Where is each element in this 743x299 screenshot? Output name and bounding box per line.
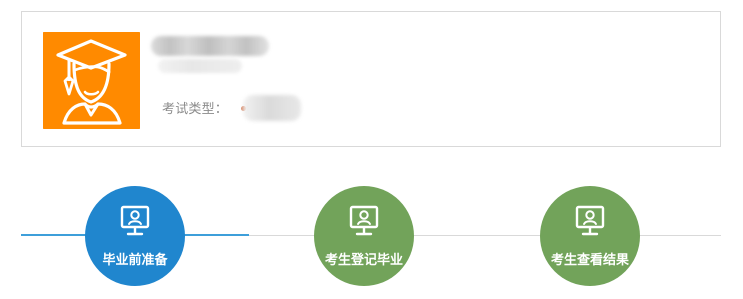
step-student-graduation-registration[interactable]: 考生登记毕业: [314, 186, 414, 286]
page: 考试类型： 毕业前准备 考生登记毕业 考生查看结果: [0, 0, 743, 299]
graduate-user-icon: [43, 32, 140, 129]
step-view-results[interactable]: 考生查看结果: [540, 186, 640, 286]
exam-type-label: 考试类型：: [162, 102, 229, 117]
step-graduation-preparation[interactable]: 毕业前准备: [85, 186, 185, 286]
profile-card: 考试类型：: [21, 11, 721, 147]
redacted-name: [151, 36, 269, 56]
step-label: 考生查看结果: [550, 253, 629, 268]
redacted-exam-type-value: [243, 95, 301, 121]
step-label: 考生登记毕业: [324, 253, 403, 268]
redacted-subtitle: [158, 59, 242, 73]
step-label: 毕业前准备: [102, 253, 168, 268]
monitor-user-icon: [570, 204, 610, 240]
monitor-user-icon: [344, 204, 384, 240]
monitor-user-icon: [115, 204, 155, 240]
